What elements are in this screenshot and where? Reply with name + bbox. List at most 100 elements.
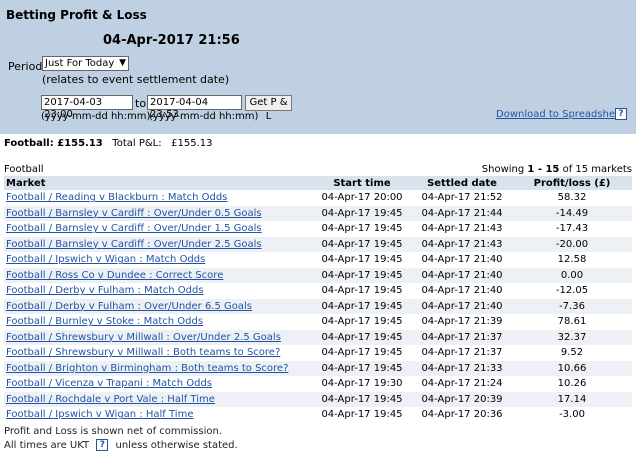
settled-date-cell: 04-Apr-17 21:24 bbox=[412, 376, 512, 392]
market-link[interactable]: Football / Shrewsbury v Millwall : Both … bbox=[6, 347, 280, 358]
start-time-cell: 04-Apr-17 19:45 bbox=[312, 283, 412, 299]
settled-date-cell: 04-Apr-17 20:39 bbox=[412, 391, 512, 407]
start-time-cell: 04-Apr-17 19:45 bbox=[312, 345, 412, 361]
market-cell: Football / Ipswich v Wigan : Half Time bbox=[4, 407, 312, 423]
market-cell: Football / Barnsley v Cardiff : Over/Und… bbox=[4, 205, 312, 221]
market-link[interactable]: Football / Burnley v Stoke : Match Odds bbox=[6, 316, 203, 327]
from-datetime-input[interactable]: 2017-04-03 23:00 bbox=[41, 95, 133, 120]
times-note-prefix: All times are UKT bbox=[4, 440, 90, 451]
profit-loss-cell: 10.26 bbox=[512, 376, 632, 392]
times-note: All times are UKT ? unless otherwise sta… bbox=[4, 439, 238, 451]
market-link[interactable]: Football / Derby v Fulham : Over/Under 6… bbox=[6, 301, 252, 312]
table-row: Football / Derby v Fulham : Match Odds 04… bbox=[4, 283, 632, 299]
start-time-cell: 04-Apr-17 19:45 bbox=[312, 407, 412, 423]
market-cell: Football / Vicenza v Trapani : Match Odd… bbox=[4, 376, 312, 392]
settled-date-cell: 04-Apr-17 21:40 bbox=[412, 283, 512, 299]
table-row: Football / Vicenza v Trapani : Match Odd… bbox=[4, 376, 632, 392]
period-label: Period: bbox=[8, 60, 47, 73]
settled-date-cell: 04-Apr-17 21:39 bbox=[412, 314, 512, 330]
times-note-suffix: unless otherwise stated. bbox=[115, 440, 238, 451]
showing-count: Showing 1 - 15 of 15 markets bbox=[481, 164, 632, 175]
table-row: Football / Ipswich v Wigan : Half Time 04… bbox=[4, 407, 632, 423]
settled-date-cell: 04-Apr-17 21:40 bbox=[412, 252, 512, 268]
market-link[interactable]: Football / Brighton v Birmingham : Both … bbox=[6, 363, 288, 374]
start-time-cell: 04-Apr-17 19:45 bbox=[312, 267, 412, 283]
table-row: Football / Burnley v Stoke : Match Odds 0… bbox=[4, 314, 632, 330]
profit-loss-cell: 10.66 bbox=[512, 360, 632, 376]
settled-date-cell: 04-Apr-17 21:40 bbox=[412, 267, 512, 283]
market-link[interactable]: Football / Ipswich v Wigan : Match Odds bbox=[6, 254, 205, 265]
page-title: Betting Profit & Loss bbox=[6, 8, 147, 22]
market-cell: Football / Ross Co v Dundee : Correct Sc… bbox=[4, 267, 312, 283]
table-row: Football / Shrewsbury v Millwall : Both … bbox=[4, 345, 632, 361]
settled-date-cell: 04-Apr-17 21:37 bbox=[412, 329, 512, 345]
market-link[interactable]: Football / Ipswich v Wigan : Half Time bbox=[6, 409, 193, 420]
section-label: Football bbox=[4, 164, 44, 175]
market-link[interactable]: Football / Vicenza v Trapani : Match Odd… bbox=[6, 378, 212, 389]
start-time-cell: 04-Apr-17 19:45 bbox=[312, 205, 412, 221]
market-link[interactable]: Football / Ross Co v Dundee : Correct Sc… bbox=[6, 270, 223, 281]
start-time-cell: 04-Apr-17 20:00 bbox=[312, 190, 412, 206]
table-header-row: Market Start time Settled date Profit/lo… bbox=[4, 176, 632, 190]
market-cell: Football / Ipswich v Wigan : Match Odds bbox=[4, 252, 312, 268]
help-icon[interactable]: ? bbox=[615, 108, 627, 120]
chevron-down-icon: ▼ bbox=[119, 58, 126, 68]
start-time-cell: 04-Apr-17 19:45 bbox=[312, 360, 412, 376]
header-panel: Betting Profit & Loss 04-Apr-2017 21:56 … bbox=[0, 0, 636, 134]
period-select[interactable]: Just For Today ▼ bbox=[42, 56, 129, 71]
market-cell: Football / Barnsley v Cardiff : Over/Und… bbox=[4, 236, 312, 252]
profit-loss-cell: 32.37 bbox=[512, 329, 632, 345]
market-link[interactable]: Football / Derby v Fulham : Match Odds bbox=[6, 285, 204, 296]
profit-loss-cell: -17.43 bbox=[512, 221, 632, 237]
start-time-cell: 04-Apr-17 19:45 bbox=[312, 252, 412, 268]
market-link[interactable]: Football / Shrewsbury v Millwall : Over/… bbox=[6, 332, 281, 343]
summary-line: Football: £155.13 Total P&L: £155.13 bbox=[4, 138, 213, 149]
get-pl-button[interactable]: Get P & L bbox=[245, 95, 292, 122]
settled-date-cell: 04-Apr-17 21:52 bbox=[412, 190, 512, 206]
settled-date-cell: 04-Apr-17 21:43 bbox=[412, 221, 512, 237]
profit-loss-cell: -3.00 bbox=[512, 407, 632, 423]
start-time-cell: 04-Apr-17 19:45 bbox=[312, 236, 412, 252]
market-cell: Football / Shrewsbury v Millwall : Over/… bbox=[4, 329, 312, 345]
settled-date-cell: 04-Apr-17 21:40 bbox=[412, 298, 512, 314]
column-header-settled-date[interactable]: Settled date bbox=[412, 176, 512, 190]
table-row: Football / Barnsley v Cardiff : Over/Und… bbox=[4, 205, 632, 221]
market-link[interactable]: Football / Reading v Blackburn : Match O… bbox=[6, 192, 227, 203]
market-link[interactable]: Football / Barnsley v Cardiff : Over/Und… bbox=[6, 239, 262, 250]
profit-loss-cell: -7.36 bbox=[512, 298, 632, 314]
market-cell: Football / Rochdale v Port Vale : Half T… bbox=[4, 391, 312, 407]
market-cell: Football / Derby v Fulham : Over/Under 6… bbox=[4, 298, 312, 314]
settled-date-cell: 04-Apr-17 21:43 bbox=[412, 236, 512, 252]
results-table: Market Start time Settled date Profit/lo… bbox=[4, 176, 632, 423]
sport-total: Football: £155.13 bbox=[4, 138, 103, 149]
profit-loss-cell: -20.00 bbox=[512, 236, 632, 252]
table-row: Football / Rochdale v Port Vale : Half T… bbox=[4, 391, 632, 407]
profit-loss-cell: 58.32 bbox=[512, 190, 632, 206]
table-row: Football / Ross Co v Dundee : Correct Sc… bbox=[4, 267, 632, 283]
column-header-start-time[interactable]: Start time bbox=[312, 176, 412, 190]
settled-date-cell: 04-Apr-17 20:36 bbox=[412, 407, 512, 423]
to-datetime-input[interactable]: 2017-04-04 23:53 bbox=[147, 95, 242, 120]
to-format-hint: (yyyy-mm-dd hh:mm) bbox=[149, 111, 259, 122]
profit-loss-cell: 0.00 bbox=[512, 267, 632, 283]
market-cell: Football / Reading v Blackburn : Match O… bbox=[4, 190, 312, 206]
market-link[interactable]: Football / Rochdale v Port Vale : Half T… bbox=[6, 394, 215, 405]
download-spreadsheet-link[interactable]: Download to Spreadsheet bbox=[496, 109, 625, 120]
table-row: Football / Barnsley v Cardiff : Over/Und… bbox=[4, 221, 632, 237]
start-time-cell: 04-Apr-17 19:45 bbox=[312, 221, 412, 237]
help-icon[interactable]: ? bbox=[96, 439, 109, 451]
to-label: to bbox=[135, 97, 147, 110]
column-header-market[interactable]: Market bbox=[4, 176, 312, 190]
market-link[interactable]: Football / Barnsley v Cardiff : Over/Und… bbox=[6, 208, 262, 219]
start-time-cell: 04-Apr-17 19:45 bbox=[312, 298, 412, 314]
profit-loss-cell: 12.58 bbox=[512, 252, 632, 268]
column-header-profit-loss[interactable]: Profit/loss (£) bbox=[512, 176, 632, 190]
market-cell: Football / Barnsley v Cardiff : Over/Und… bbox=[4, 221, 312, 237]
profit-loss-cell: 17.14 bbox=[512, 391, 632, 407]
market-cell: Football / Shrewsbury v Millwall : Both … bbox=[4, 345, 312, 361]
from-format-hint: (yyyy-mm-dd hh:mm) bbox=[41, 111, 151, 122]
table-row: Football / Brighton v Birmingham : Both … bbox=[4, 360, 632, 376]
profit-loss-cell: -12.05 bbox=[512, 283, 632, 299]
market-link[interactable]: Football / Barnsley v Cardiff : Over/Und… bbox=[6, 223, 262, 234]
market-cell: Football / Brighton v Birmingham : Both … bbox=[4, 360, 312, 376]
